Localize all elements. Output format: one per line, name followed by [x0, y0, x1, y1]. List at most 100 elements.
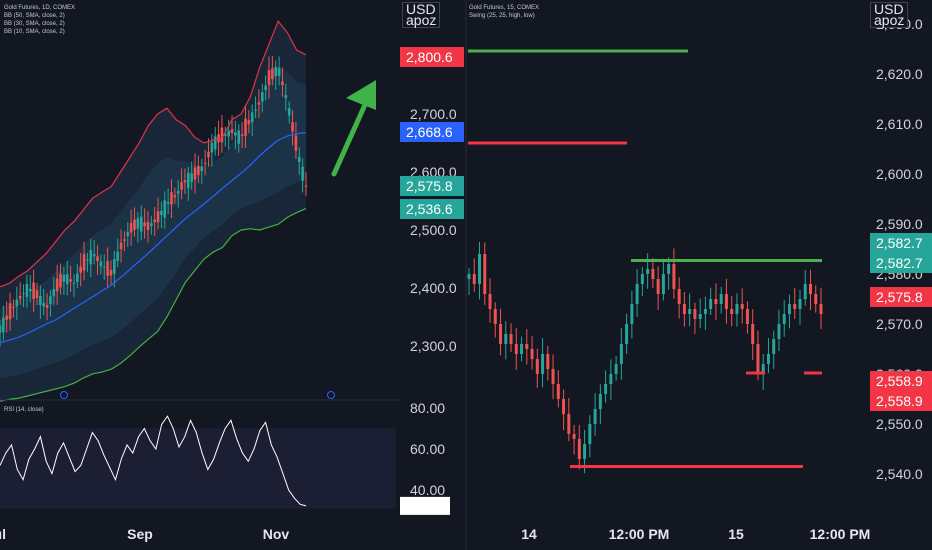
legend-bb50[interactable]: BB (50, SMA, close, 2)	[4, 12, 75, 20]
intraday-candle-body	[819, 304, 823, 314]
daily-candle-body	[203, 162, 207, 164]
intraday-candle-body	[640, 274, 644, 284]
rsi-pane: 40.00 60.00 80.00 32.25	[0, 400, 450, 515]
daily-candle-body	[55, 278, 59, 292]
daily-candle-body	[35, 290, 39, 298]
daily-candle-body	[25, 283, 29, 298]
daily-candle-body	[72, 282, 76, 284]
legend-symbol-15m[interactable]: Gold Futures, 15, COMEX	[469, 4, 539, 12]
daily-candle-body	[59, 273, 62, 288]
intraday-candle-body	[593, 409, 597, 424]
daily-candle-body	[193, 167, 197, 180]
time-axis: Jul Sep Nov 14 12:00 PM 15 12:00 PM	[0, 526, 870, 542]
legend-rsi[interactable]: RSI (14, close)	[4, 406, 44, 414]
intraday-candle-body	[777, 324, 781, 339]
price-tag-label: 2,582.7	[876, 235, 923, 251]
intraday-candle-body	[572, 434, 576, 439]
intraday-candle-body	[630, 304, 634, 324]
intraday-candle-body	[730, 309, 734, 314]
intraday-candle-body	[709, 299, 713, 309]
intraday-candle-body	[724, 294, 728, 309]
daily-candle-body	[18, 295, 22, 299]
intraday-candle-body	[751, 324, 755, 344]
legend-swing[interactable]: Swing (25, 25, high, low)	[469, 12, 539, 20]
daily-candle-body	[116, 251, 119, 261]
daily-candle-body	[102, 266, 106, 268]
intraday-candle-body	[614, 364, 618, 374]
legend-symbol[interactable]: Gold Futures, 1D, COMEX	[4, 4, 75, 12]
right-x-tick: 15	[728, 526, 744, 542]
daily-candle-body	[133, 219, 136, 230]
left-y-tick: 2,700.0	[410, 106, 457, 122]
daily-candle-body	[213, 136, 217, 150]
daily-candle-body	[210, 142, 214, 153]
intraday-candle-body	[745, 309, 749, 324]
daily-candle-body	[5, 315, 9, 320]
intraday-candles	[467, 241, 823, 474]
daily-candle-body	[123, 239, 126, 241]
left-chart-legend: Gold Futures, 1D, COMEX BB (50, SMA, clo…	[4, 4, 75, 36]
right-y-tick: 2,600.0	[876, 166, 923, 182]
price-tag-label: 2,668.6	[406, 124, 453, 140]
daily-candle-body	[284, 95, 288, 99]
legend-bb30[interactable]: BB (30, SMA, close, 2)	[4, 20, 75, 28]
right-x-tick: 12:00 PM	[810, 526, 871, 542]
intraday-candle-body	[714, 299, 718, 304]
daily-candle-body	[119, 242, 123, 250]
intraday-candle-body	[577, 439, 581, 459]
daily-candle-body	[291, 122, 294, 132]
intraday-candle-body	[467, 274, 471, 279]
daily-candle-body	[166, 202, 170, 204]
daily-candle-body	[297, 157, 301, 162]
intraday-candle-body	[488, 294, 492, 309]
right-y-tick: 2,620.0	[876, 66, 923, 82]
daily-candle-body	[89, 249, 93, 265]
bollinger-bands-area	[0, 21, 306, 402]
daily-candle-body	[156, 211, 160, 223]
daily-candle-body	[237, 130, 241, 144]
right-y-tick: 2,540.0	[876, 466, 923, 482]
daily-candle-body	[15, 299, 19, 307]
right-chart-legend: Gold Futures, 15, COMEX Swing (25, 25, h…	[469, 4, 539, 20]
daily-candle-body	[2, 317, 5, 333]
intraday-candle-body	[530, 349, 534, 359]
right-x-tick: 12:00 PM	[609, 526, 670, 542]
daily-candle-body	[250, 112, 254, 123]
left-price-tags: 2,800.6 2,668.6 2,575.8 2,536.6	[400, 47, 464, 219]
trend-arrow-head	[346, 80, 376, 110]
intraday-candle-body	[535, 359, 539, 374]
pane-marker-icon	[327, 391, 335, 399]
daily-candle-body	[28, 288, 32, 292]
intraday-candle-body	[646, 269, 650, 274]
legend-bb10[interactable]: BB (10, SMA, close, 2)	[4, 28, 75, 36]
intraday-candle-body	[651, 269, 655, 279]
intraday-candle-body	[493, 309, 497, 324]
left-y-tick: 2,400.0	[410, 280, 457, 296]
price-tag-label: 2,558.9	[876, 393, 923, 409]
intraday-candle-body	[682, 304, 686, 314]
intraday-candle-body	[520, 344, 524, 354]
intraday-candle-body	[667, 264, 671, 274]
daily-candle-body	[257, 102, 261, 105]
intraday-candle-body	[619, 344, 623, 364]
right-x-tick: 14	[521, 526, 537, 542]
intraday-candle-body	[703, 309, 707, 314]
intraday-candle-body	[793, 304, 797, 309]
right-currency-button[interactable]: USD apoz	[870, 2, 909, 28]
intraday-candle-body	[798, 299, 802, 309]
daily-candle-body	[301, 166, 304, 181]
daily-candle-body	[92, 254, 96, 257]
intraday-candle-body	[661, 274, 665, 294]
intraday-candle-body	[693, 309, 697, 319]
left-currency-button[interactable]: USD apoz	[402, 2, 441, 28]
intraday-candle-body	[541, 354, 545, 374]
intraday-candle-body	[525, 344, 529, 349]
daily-candle-body	[304, 185, 308, 187]
daily-candle-body	[264, 85, 267, 91]
daily-candle-body	[45, 304, 49, 309]
rsi-band	[0, 428, 396, 509]
daily-candle-body	[146, 221, 150, 231]
intraday-candle-body	[583, 444, 587, 459]
intraday-candle-body	[740, 304, 744, 309]
daily-candle-body	[113, 259, 116, 274]
